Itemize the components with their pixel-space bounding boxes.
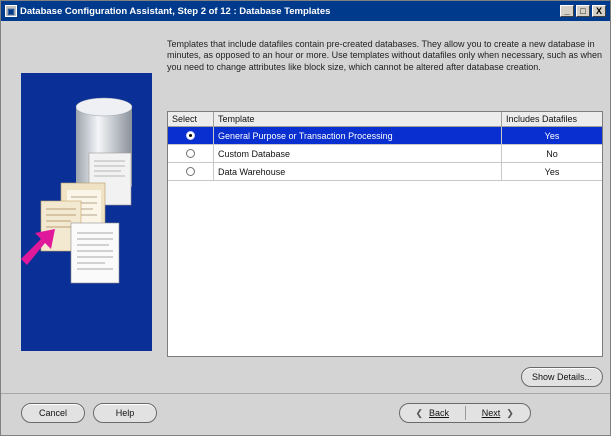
select-cell	[168, 145, 214, 162]
template-radio-custom-database[interactable]	[186, 149, 195, 158]
template-radio-general-purpose[interactable]	[186, 131, 195, 140]
window-title: Database Configuration Assistant, Step 2…	[20, 5, 331, 17]
select-cell	[168, 163, 214, 180]
next-button-label: Next	[481, 408, 501, 418]
table-row[interactable]: General Purpose or Transaction Processin…	[168, 127, 602, 145]
includes-datafiles-value: Yes	[544, 130, 560, 141]
table-row[interactable]: Custom Database No	[168, 145, 602, 163]
back-button[interactable]: ❮ Back	[400, 404, 465, 422]
next-arrow-icon: ❯	[506, 407, 514, 418]
back-button-label: Back	[429, 408, 450, 418]
navigation-buttons: ❮ Back Next ❯	[399, 403, 531, 423]
minimize-button[interactable]: _	[560, 5, 574, 17]
close-button[interactable]: X	[592, 5, 606, 17]
show-details-button[interactable]: Show Details...	[521, 367, 603, 387]
app-icon: ▣	[5, 5, 17, 17]
template-radio-data-warehouse[interactable]	[186, 167, 195, 176]
column-header-includes-datafiles[interactable]: Includes Datafiles	[502, 112, 602, 126]
template-name: Data Warehouse	[214, 163, 502, 180]
template-description: Templates that include datafiles contain…	[167, 39, 603, 72]
title-bar: ▣ Database Configuration Assistant, Step…	[1, 1, 610, 21]
database-illustration	[21, 73, 152, 351]
includes-datafiles-value: Yes	[544, 166, 560, 177]
select-cell	[168, 127, 214, 144]
wizard-illustration	[21, 73, 152, 351]
wizard-window: ▣ Database Configuration Assistant, Step…	[0, 0, 611, 436]
table-row[interactable]: Data Warehouse Yes	[168, 163, 602, 181]
template-name: General Purpose or Transaction Processin…	[214, 127, 502, 144]
maximize-button[interactable]: □	[576, 5, 590, 17]
table-header: Select Template Includes Datafiles	[168, 112, 602, 127]
window-controls: _ □ X	[560, 5, 606, 17]
template-name: Custom Database	[214, 145, 502, 162]
help-button[interactable]: Help	[93, 403, 157, 423]
footer-divider	[1, 393, 610, 394]
column-header-select[interactable]: Select	[168, 112, 214, 126]
includes-datafiles-value: No	[546, 148, 558, 159]
templates-table: Select Template Includes Datafiles Gener…	[167, 111, 603, 357]
cancel-button[interactable]: Cancel	[21, 403, 85, 423]
back-arrow-icon: ❮	[415, 407, 424, 418]
next-button[interactable]: Next ❯	[466, 404, 531, 422]
column-header-template[interactable]: Template	[214, 112, 502, 126]
